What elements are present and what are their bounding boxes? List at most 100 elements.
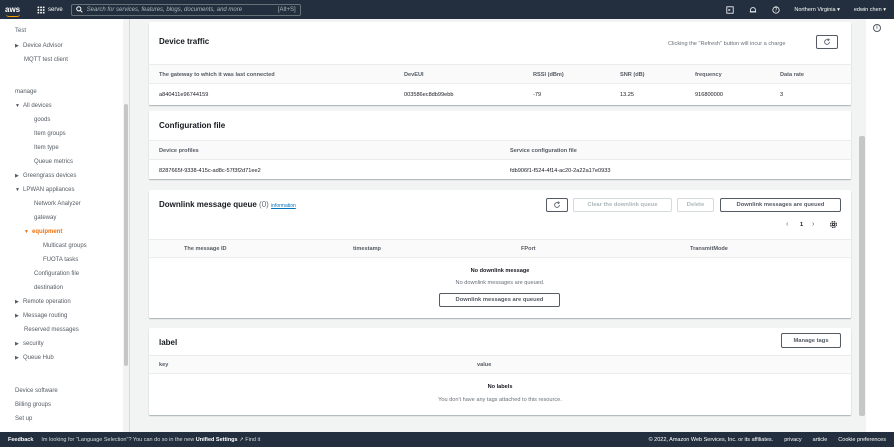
- sidebar-item-test[interactable]: Test: [15, 28, 26, 34]
- col-transmit-mode: TransmitMode: [690, 246, 728, 252]
- clear-downlink-queue-button[interactable]: Clear the downlink queue: [573, 198, 672, 212]
- label-title: label: [159, 338, 178, 347]
- caret-right-icon: ▶: [15, 173, 19, 179]
- cloudshell-icon[interactable]: [725, 5, 734, 14]
- sidebar-item-network-analyzer[interactable]: Network Analyzer: [34, 201, 81, 207]
- col-data-rate: Data rate: [780, 72, 804, 78]
- label-panel: label Manage tags key value No labels Yo…: [149, 328, 851, 415]
- sidebar-item-gateway[interactable]: gateway: [34, 215, 56, 221]
- main-scrollbar-thumb[interactable]: [859, 136, 865, 416]
- col-deveui: DevEUI: [404, 72, 424, 78]
- empty-downlink-title: No downlink message: [470, 268, 530, 274]
- sidebar-item-device-advisor[interactable]: ▶ Device Advisor: [15, 43, 63, 49]
- downlink-queue-panel: Downlink message queue (0) information C…: [149, 190, 851, 318]
- downlink-title-text: Downlink message queue: [159, 200, 257, 209]
- sidebar-item-label: Billing groups: [15, 402, 52, 408]
- sidebar-item-lpwan-appliances[interactable]: ▼ LPWAN appliances: [15, 187, 74, 193]
- sidebar-item-label: Greengrass devices: [23, 173, 77, 179]
- bell-icon[interactable]: [748, 5, 757, 14]
- sidebar-item-destination[interactable]: destination: [34, 285, 63, 291]
- sidebar-item-remote-operation[interactable]: ▶ Remote operation: [15, 299, 71, 305]
- queue-downlink-button[interactable]: Downlink messages are queued: [720, 198, 841, 212]
- aws-logo[interactable]: aws: [5, 5, 29, 17]
- refresh-icon: [554, 201, 561, 208]
- sidebar-item-goods[interactable]: goods: [34, 117, 50, 123]
- caret-right-icon: ▶: [15, 313, 19, 319]
- downlink-refresh-button[interactable]: [546, 198, 568, 212]
- sidebar-item-multicast-groups[interactable]: Multicast groups: [43, 243, 87, 249]
- sidebar-item-set-up[interactable]: Set up: [15, 416, 32, 422]
- sidebar-item-manage[interactable]: manage: [15, 89, 37, 95]
- sidebar-item-security[interactable]: ▶ security: [15, 341, 44, 347]
- sidebar-item-label: Set up: [15, 416, 33, 422]
- sidebar-item-label: Network Analyzer: [34, 201, 81, 207]
- refresh-button[interactable]: [816, 35, 838, 49]
- rssi-value: -79: [533, 92, 542, 98]
- caret-right-icon: ▶: [15, 355, 19, 361]
- sidebar-item-queue-metrics[interactable]: Queue metrics: [34, 159, 73, 165]
- cookie-preferences-link[interactable]: Cookie preferences: [838, 437, 886, 443]
- language-message-text: Im looking for "Language Selection"? You…: [41, 436, 195, 443]
- feedback-link[interactable]: Feedback: [8, 437, 33, 443]
- delete-button[interactable]: Delete: [677, 198, 714, 212]
- search-shortcut: [Alt+S]: [277, 6, 296, 13]
- help-icon[interactable]: ?: [771, 5, 780, 14]
- sidebar-item-all-devices[interactable]: ▼ All devices: [15, 103, 52, 109]
- sidebar-item-item-groups[interactable]: Item groups: [34, 131, 66, 137]
- sidebar-item-label: Device Advisor: [23, 43, 63, 49]
- sidebar-item-billing-groups[interactable]: Billing groups: [15, 402, 51, 408]
- next-page-icon[interactable]: ›: [812, 221, 814, 228]
- caret-right-icon: ▶: [15, 341, 19, 347]
- col-key: key: [159, 362, 169, 368]
- sidebar-item-label: MQTT test client: [24, 57, 68, 63]
- sidebar-item-item-type[interactable]: Item type: [34, 145, 59, 151]
- col-value: value: [477, 362, 492, 368]
- info-link[interactable]: information: [271, 203, 296, 209]
- services-label: serve: [48, 6, 63, 13]
- account-menu[interactable]: edwin chen ▾: [854, 7, 886, 13]
- device-traffic-panel: Device traffic Clicking the "Refresh" bu…: [149, 22, 851, 105]
- device-traffic-title: Device traffic: [159, 37, 210, 46]
- current-page-number[interactable]: 1: [800, 222, 803, 228]
- device-profile-value[interactable]: 8287665f-9338-415c-ad8c-57f3f2d71ee2: [159, 168, 261, 174]
- unified-settings-link[interactable]: Unified Settings: [196, 437, 238, 443]
- col-service-config: Service configuration file: [510, 148, 577, 154]
- article-link[interactable]: article: [813, 437, 828, 443]
- caret-right-icon: ▶: [15, 299, 19, 305]
- global-search-input[interactable]: Search for services, features, blogs, do…: [70, 3, 301, 16]
- col-message-id: The message ID: [184, 246, 227, 252]
- sidebar-item-equipment[interactable]: ▼ equipment: [24, 229, 62, 235]
- search-icon: [75, 6, 83, 13]
- col-gateway: The gateway to which it was last connect…: [159, 72, 275, 78]
- sidebar-item-label: Item type: [34, 145, 59, 151]
- manage-tags-button[interactable]: Manage tags: [781, 333, 841, 348]
- settings-gear-icon[interactable]: [829, 220, 838, 231]
- downlink-count: (0): [259, 200, 269, 209]
- find-it-link[interactable]: Find it: [245, 437, 260, 443]
- queue-downlink-empty-button[interactable]: Downlink messages are queued: [439, 293, 560, 307]
- configuration-file-title: Configuration file: [159, 121, 226, 130]
- prev-page-icon[interactable]: ‹: [786, 221, 788, 228]
- sidebar-item-fuota-tasks[interactable]: FUOTA tasks: [43, 257, 78, 263]
- sidebar-item-message-routing[interactable]: ▶ Message routing: [15, 313, 67, 319]
- sidebar-item-mqtt-test-client[interactable]: MQTT test client: [24, 57, 68, 63]
- sidebar-item-device-software[interactable]: Device software: [15, 388, 58, 394]
- sidebar-item-queue-hub[interactable]: ▶ Queue Hub: [15, 355, 54, 361]
- sidebar-scrollbar[interactable]: [123, 19, 129, 432]
- sidebar-item-label: Queue metrics: [34, 159, 74, 165]
- sidebar-item-configuration-file[interactable]: Configuration file: [34, 271, 79, 277]
- info-icon[interactable]: i: [873, 24, 881, 32]
- service-config-value[interactable]: fdb906f1-f524-4f14-ac20-2a22a17e0933: [510, 168, 610, 174]
- sidebar-item-label: destination: [34, 285, 64, 291]
- region-selector[interactable]: Northern Virginia ▾: [794, 7, 839, 13]
- search-placeholder: Search for services, features, blogs, do…: [86, 6, 243, 13]
- services-menu-button[interactable]: serve: [37, 5, 63, 14]
- sidebar-item-greengrass-devices[interactable]: ▶ Greengrass devices: [15, 173, 76, 179]
- grid-icon: [37, 5, 45, 14]
- sidebar-item-label: LPWAN appliances: [23, 187, 75, 193]
- sidebar-item-label: security: [23, 341, 44, 347]
- sidebar-item-reserved-messages[interactable]: Reserved messages: [24, 327, 79, 333]
- downlink-queue-title: Downlink message queue (0) information: [159, 200, 296, 209]
- sidebar-item-label: All devices: [23, 103, 52, 109]
- privacy-link[interactable]: privacy: [784, 437, 801, 443]
